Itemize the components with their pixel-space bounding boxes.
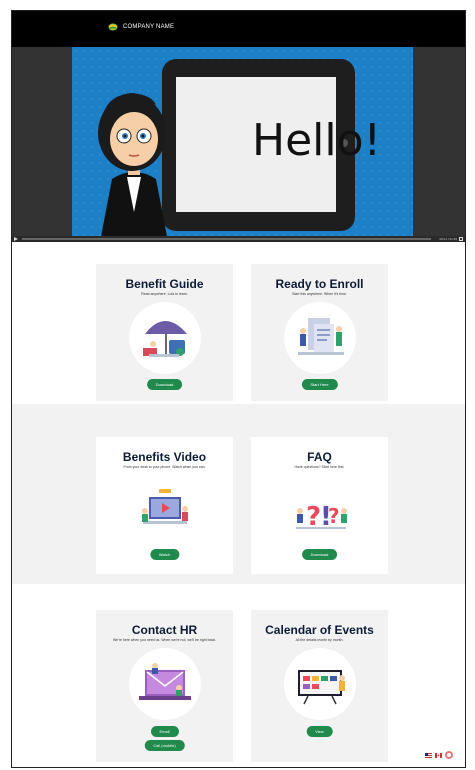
card-subtitle: From your desk to your phone. Watch when…: [123, 465, 206, 469]
us-flag-icon[interactable]: [425, 752, 432, 758]
intro-video-player[interactable]: Hello! 00:01 / 01:35: [12, 47, 465, 242]
play-icon[interactable]: [14, 237, 18, 241]
card-title: Benefit Guide: [125, 277, 204, 291]
email-button[interactable]: Email: [150, 726, 179, 737]
video-frame: Hello!: [72, 47, 413, 242]
video-progress-track[interactable]: [22, 238, 431, 240]
faq-download-button[interactable]: Download: [301, 549, 338, 560]
card-subtitle: Start this anywhere. When it's time.: [292, 292, 347, 296]
laptop-mail-illustration-icon: [129, 648, 201, 720]
card-contact-hr: Contact HR We're here when you need us. …: [96, 610, 233, 762]
form-illustration-icon: [284, 302, 356, 374]
card-title: Contact HR: [131, 623, 198, 637]
card-faq: FAQ Have questions? Start here first. ? …: [251, 437, 388, 574]
resources-row-1: Benefit Guide Read anywhere. Lots to lea…: [12, 242, 465, 404]
company-logo[interactable]: COMPANY NAME: [108, 23, 174, 31]
page-frame: COMPANY NAME Hello! 00:01 / 01:35 Benefi…: [11, 10, 466, 768]
start-here-button[interactable]: Start Here: [301, 379, 338, 390]
card-subtitle: We're here when you need us. When we're …: [112, 638, 217, 642]
company-name: COMPANY NAME: [123, 24, 175, 30]
site-header: COMPANY NAME: [12, 11, 465, 47]
card-subtitle: Read anywhere. Lots to learn.: [141, 292, 188, 296]
card-subtitle: All the details month by month.: [295, 638, 344, 642]
card-title: Benefits Video: [122, 450, 207, 464]
card-title: Calendar of Events: [265, 623, 374, 637]
question-illustration-icon: ? ! ?: [284, 475, 356, 547]
logo-icon: [108, 23, 118, 31]
calendar-illustration-icon: [284, 648, 356, 720]
download-button[interactable]: Download: [146, 379, 183, 390]
card-benefits-video: Benefits Video From your desk to your ph…: [96, 437, 233, 574]
resources-row-2: Benefits Video From your desk to your ph…: [12, 404, 465, 584]
card-ready-to-enroll: Ready to Enroll Start this anywhere. Whe…: [251, 264, 388, 401]
fullscreen-icon[interactable]: [459, 237, 463, 241]
canada-flag-icon[interactable]: [435, 752, 442, 758]
footer-widgets: [425, 751, 453, 759]
card-title: Ready to Enroll: [275, 277, 364, 291]
umbrella-illustration-icon: [129, 302, 201, 374]
card-calendar-of-events: Calendar of Events All the details month…: [251, 610, 388, 762]
svg-text:?: ?: [328, 504, 340, 528]
card-benefit-guide: Benefit Guide Read anywhere. Lots to lea…: [96, 264, 233, 401]
watch-button[interactable]: Watch: [149, 549, 180, 560]
view-button[interactable]: View: [306, 726, 333, 737]
video-hello-text: Hello!: [252, 115, 382, 166]
card-title: FAQ: [307, 450, 332, 464]
card-subtitle: Have questions? Start here first.: [294, 465, 345, 469]
resources-row-3: Contact HR We're here when you need us. …: [12, 584, 465, 767]
call-mobile-button[interactable]: Call (mobile): [144, 740, 185, 751]
video-illustration-icon: [129, 475, 201, 547]
help-lifebuoy-icon[interactable]: [445, 751, 453, 759]
